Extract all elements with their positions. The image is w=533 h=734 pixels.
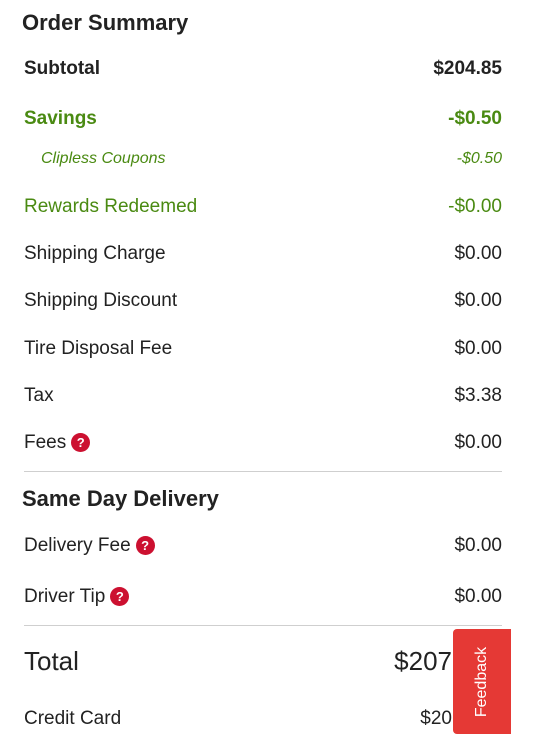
rewards-redeemed-label: Rewards Redeemed (24, 196, 198, 217)
driver-tip-label: Driver Tip (24, 586, 106, 607)
shipping-charge-value: $0.00 (454, 243, 502, 264)
savings-row: Savings -$0.50 (24, 108, 502, 130)
tax-row: Tax $3.38 (24, 385, 502, 407)
fees-value: $0.00 (454, 432, 502, 453)
section-divider (24, 625, 502, 626)
clipless-coupons-label: Clipless Coupons (41, 150, 166, 167)
clipless-coupons-row: Clipless Coupons -$0.50 (24, 150, 502, 168)
credit-card-row: Credit Card $20 (24, 708, 502, 730)
feedback-button[interactable]: Feedback (453, 629, 511, 734)
driver-tip-label-group: Driver Tip? (24, 586, 130, 608)
shipping-discount-row: Shipping Discount $0.00 (24, 290, 502, 312)
subtotal-row: Subtotal $204.85 (24, 58, 502, 80)
rewards-redeemed-row: Rewards Redeemed -$0.00 (24, 196, 502, 218)
delivery-fee-row: Delivery Fee? $0.00 (24, 535, 502, 557)
total-row: Total $207 (24, 646, 502, 677)
clipless-coupons-value: -$0.50 (456, 150, 502, 167)
delivery-fee-value: $0.00 (454, 535, 502, 556)
tax-label: Tax (24, 385, 54, 406)
savings-value: -$0.50 (448, 108, 502, 129)
shipping-charge-label: Shipping Charge (24, 243, 166, 264)
feedback-label: Feedback (473, 646, 491, 717)
credit-card-label: Credit Card (24, 708, 122, 729)
section-divider (24, 471, 502, 472)
shipping-discount-label: Shipping Discount (24, 290, 178, 311)
tire-disposal-fee-row: Tire Disposal Fee $0.00 (24, 338, 502, 360)
total-label: Total (24, 646, 79, 676)
delivery-fee-label-group: Delivery Fee? (24, 535, 155, 557)
subtotal-label: Subtotal (24, 58, 100, 79)
subtotal-value: $204.85 (433, 58, 502, 79)
same-day-delivery-title: Same Day Delivery (22, 486, 219, 511)
tire-disposal-fee-value: $0.00 (454, 338, 502, 359)
delivery-fee-label: Delivery Fee (24, 535, 131, 556)
driver-tip-value: $0.00 (454, 586, 502, 607)
rewards-redeemed-value: -$0.00 (448, 196, 502, 217)
shipping-charge-row: Shipping Charge $0.00 (24, 243, 502, 265)
tire-disposal-fee-label: Tire Disposal Fee (24, 338, 173, 359)
tax-value: $3.38 (454, 385, 502, 406)
question-circle-icon[interactable]: ? (71, 433, 91, 453)
fees-label-group: Fees? (24, 432, 91, 454)
fees-row: Fees? $0.00 (24, 432, 502, 454)
fees-label: Fees (24, 432, 67, 453)
savings-label: Savings (24, 108, 97, 129)
question-circle-icon[interactable]: ? (135, 536, 155, 556)
order-summary-title: Order Summary (22, 10, 189, 35)
question-circle-icon[interactable]: ? (110, 587, 130, 607)
shipping-discount-value: $0.00 (454, 290, 502, 311)
driver-tip-row: Driver Tip? $0.00 (24, 586, 502, 608)
